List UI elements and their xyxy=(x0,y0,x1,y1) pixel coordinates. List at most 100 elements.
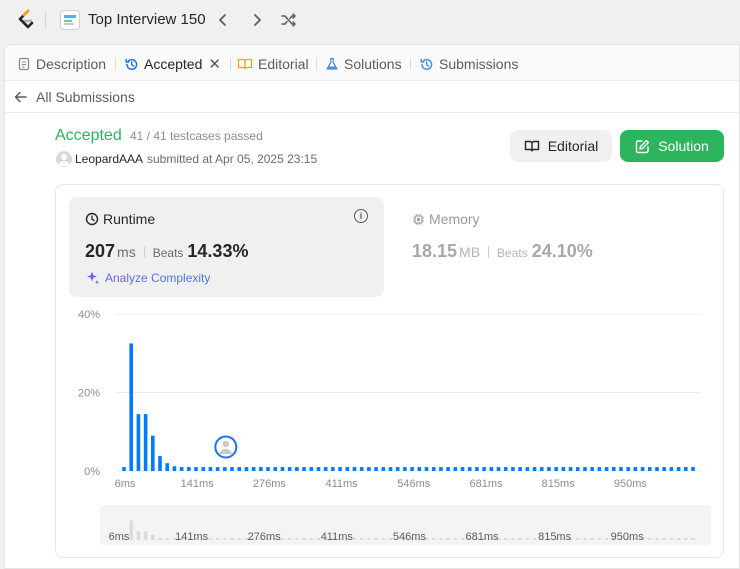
overview-bar xyxy=(295,538,299,540)
divider xyxy=(488,246,490,259)
overview-bar xyxy=(590,538,594,540)
editorial-button[interactable]: Editorial xyxy=(510,130,612,162)
chart-bar xyxy=(266,467,270,471)
shuffle-icon[interactable] xyxy=(279,10,299,30)
solution-button[interactable]: Solution xyxy=(620,130,724,162)
chart-bar xyxy=(295,467,299,471)
arrow-left-icon[interactable] xyxy=(13,89,29,105)
overview-bar xyxy=(309,538,314,540)
tab-divider xyxy=(230,58,231,70)
overview-bar xyxy=(374,538,378,540)
runtime-box[interactable]: Runtime i 207 ms Beats 14.33% Analyze Compl… xyxy=(69,197,384,297)
leetcode-logo-icon[interactable] xyxy=(14,8,38,32)
tab-accepted[interactable]: Accepted ✕ xyxy=(124,54,221,74)
topbar-divider xyxy=(45,12,46,28)
beats-label: Beats xyxy=(497,246,528,260)
chart-bar xyxy=(172,466,177,471)
runtime-value-row: 207 ms Beats 14.33% xyxy=(85,241,248,262)
tab-submissions[interactable]: Submissions xyxy=(419,54,518,74)
chart-bar xyxy=(525,467,530,471)
overview-tick-label: 276ms xyxy=(248,531,282,543)
x-tick-label: 141ms xyxy=(181,478,215,490)
chart-bar xyxy=(230,467,234,471)
tab-divider xyxy=(316,58,317,70)
solution-button-label: Solution xyxy=(658,138,709,154)
edit-icon xyxy=(636,139,650,153)
analyze-complexity-label: Analyze Complexity xyxy=(105,270,211,285)
memory-value-row: 18.15 MB Beats 24.10% xyxy=(412,241,593,262)
chart-bar xyxy=(223,467,227,471)
tab-editorial[interactable]: Editorial xyxy=(237,54,309,74)
problem-list-title[interactable]: Top Interview 150 xyxy=(88,11,206,28)
chart-bar xyxy=(395,467,400,471)
analyze-complexity-button[interactable]: Analyze Complexity xyxy=(85,270,210,285)
avatar[interactable] xyxy=(56,151,72,167)
overview-bar xyxy=(302,538,306,540)
overview-bar xyxy=(223,538,227,540)
chart-bar xyxy=(143,414,148,471)
chip-icon xyxy=(413,213,424,225)
x-tick-label: 681ms xyxy=(469,478,503,490)
chevron-right-icon[interactable] xyxy=(247,10,267,30)
overview-tick-label: 411ms xyxy=(321,531,354,543)
chart-bar xyxy=(489,467,494,471)
memory-beats-value: 24.10% xyxy=(531,241,593,261)
overview-bar xyxy=(439,538,443,540)
overview-bar xyxy=(669,538,674,540)
tab-bar: Description Accepted ✕ Editorial Solutio… xyxy=(5,45,739,81)
tab-divider xyxy=(115,58,116,70)
memory-value: 18.15 xyxy=(412,241,458,261)
chart-bar xyxy=(431,467,436,471)
overview-bar xyxy=(532,538,537,540)
problem-list-icon[interactable] xyxy=(60,10,80,30)
runtime-unit: ms xyxy=(117,244,136,260)
overview-bar xyxy=(287,538,292,540)
clock-icon xyxy=(85,212,99,226)
chart-bar xyxy=(136,414,141,471)
overview-bar xyxy=(604,538,609,540)
overview-bar xyxy=(597,538,602,540)
overview-bar xyxy=(388,538,393,540)
memory-unit: MB xyxy=(459,244,481,260)
memory-tab[interactable]: Memory xyxy=(412,211,480,227)
overview-tick-label: 950ms xyxy=(611,531,645,543)
chart-bar xyxy=(273,467,278,471)
chevron-left-icon[interactable] xyxy=(213,10,233,30)
chart-bar xyxy=(561,467,566,471)
history-icon xyxy=(420,58,433,70)
chart-bar xyxy=(539,467,544,471)
info-icon[interactable]: i xyxy=(354,209,368,223)
submitted-at: submitted at Apr 05, 2025 23:15 xyxy=(147,152,318,166)
chart-bar xyxy=(122,467,126,471)
overview-bar xyxy=(575,538,580,540)
all-submissions-link[interactable]: All Submissions xyxy=(36,89,135,105)
close-icon[interactable]: ✕ xyxy=(208,55,221,73)
flask-icon xyxy=(326,57,338,70)
runtime-title-label: Runtime xyxy=(103,211,156,227)
chart-bar xyxy=(151,435,155,471)
chart-bar xyxy=(633,467,638,471)
overview-bar xyxy=(230,538,234,540)
runtime-distribution-chart[interactable]: 40% 20% 0% 6ms 141ms 276ms 411ms 546ms 681ms 815m… xyxy=(56,297,723,557)
x-tick-label: 950ms xyxy=(614,478,648,490)
submission-panel: Description Accepted ✕ Editorial Solutio… xyxy=(4,44,740,569)
overview-bar xyxy=(359,538,364,540)
chart-bar xyxy=(611,467,616,471)
chart-bar xyxy=(251,467,256,471)
tab-solutions[interactable]: Solutions xyxy=(325,54,402,74)
overview-bar xyxy=(655,538,659,540)
runtime-beats-value: 14.33% xyxy=(187,241,249,261)
chart-bar xyxy=(309,467,314,471)
chart-bar xyxy=(417,467,422,471)
chart-bar xyxy=(453,467,458,471)
overview-bar xyxy=(208,538,213,540)
chart-bar xyxy=(215,467,220,471)
tab-description[interactable]: Description xyxy=(17,54,106,74)
beats-label: Beats xyxy=(152,246,184,260)
tab-label: Editorial xyxy=(258,56,309,72)
chart-bar xyxy=(237,467,242,471)
chart-bar xyxy=(302,467,306,471)
chart-bar xyxy=(331,467,335,471)
username-link[interactable]: LeopardAAA xyxy=(75,152,143,166)
runtime-value: 207 xyxy=(85,241,116,261)
